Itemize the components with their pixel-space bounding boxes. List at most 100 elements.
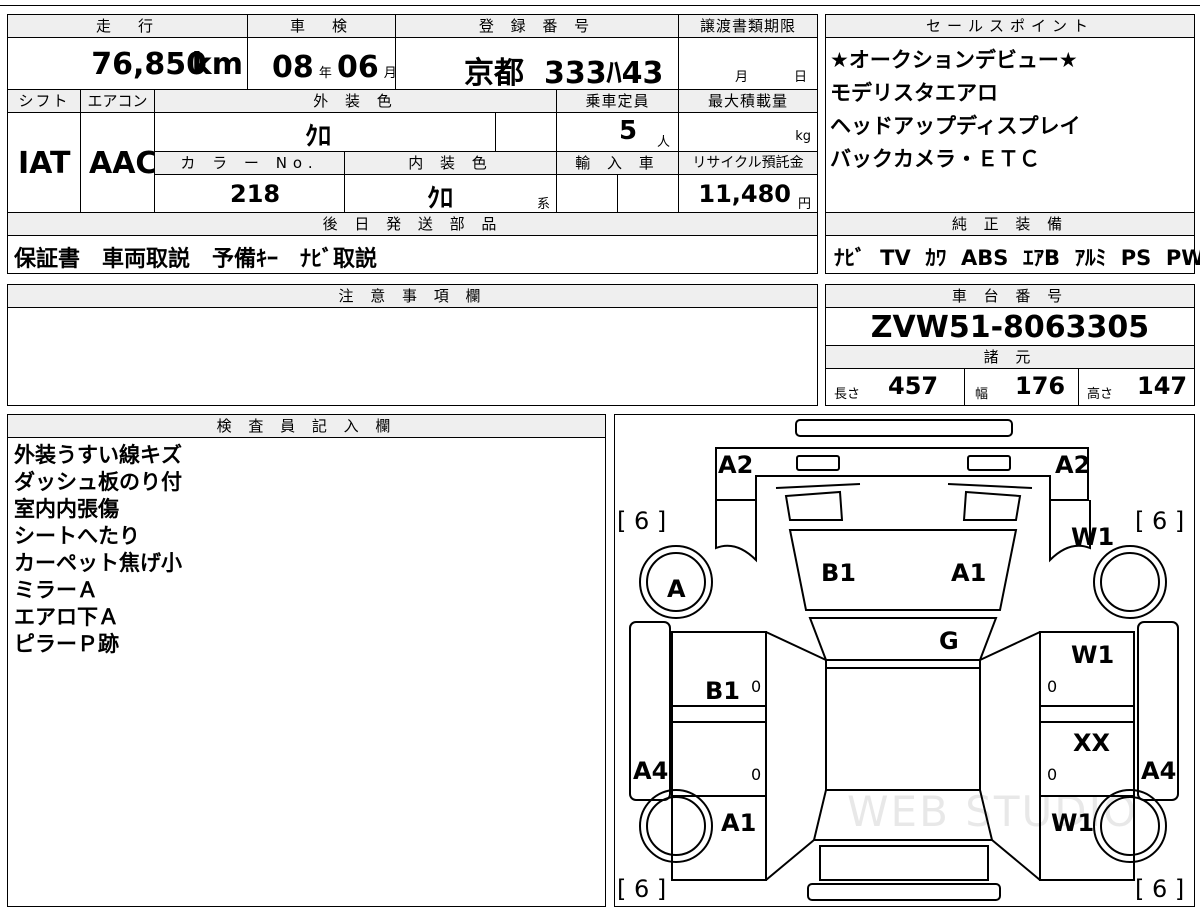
specs-header: 諸 元 — [825, 345, 1195, 369]
windshield-mark: G — [939, 627, 959, 655]
interior-color-cell: ｸﾛ 系 — [344, 174, 557, 214]
left-rear-door-small: 0 — [751, 765, 762, 784]
import-cell-left — [556, 174, 618, 213]
mileage-header: 走 行 — [7, 14, 248, 38]
later-parts-value: 保証書 車両取説 予備ｷｰ ﾅﾋﾞ取説 — [14, 247, 378, 272]
later-parts-header: 後 日 発 送 部 品 — [7, 212, 818, 236]
inspector-note: カーペット焦げ小 — [14, 551, 182, 575]
color-no-cell: 218 — [154, 174, 345, 213]
capacity-unit: 人 — [656, 135, 670, 150]
plate-area: 京都 — [464, 56, 524, 91]
inspector-notes-header: 検 査 員 記 入 欄 — [7, 414, 606, 438]
hood-left-mark: B1 — [821, 559, 856, 587]
spec-length-value: 457 — [888, 372, 939, 400]
max-load-cell: kg — [678, 112, 818, 152]
import-cell-right — [617, 174, 679, 213]
sales-points-header: セールスポイント — [825, 14, 1195, 38]
front-left-corner-mark: A2 — [718, 451, 754, 479]
right-front-wheel-mark: W1 — [1071, 523, 1115, 551]
shift-cell: IAT — [7, 112, 81, 213]
transfer-deadline-cell: 月 日 — [678, 37, 818, 90]
exterior-color-cell: ｸﾛ — [154, 112, 496, 152]
right-rear-door-mark: XX — [1073, 729, 1111, 757]
left-front-tire-depth: [ 6 ] — [617, 507, 667, 535]
aircon-header: エアコン — [80, 89, 155, 113]
color-no-value: 218 — [230, 180, 281, 208]
sales-point: モデリスタエアロ — [830, 81, 998, 105]
exterior-color-header: 外 装 色 — [154, 89, 557, 113]
spec-width-label: 幅 — [975, 387, 989, 402]
registration-header: 登 録 番 号 — [395, 14, 679, 38]
front-right-corner-mark: A2 — [1055, 451, 1091, 479]
inspection-year-unit: 年 — [318, 66, 332, 81]
inspection-month: 06 — [336, 50, 379, 85]
aircon-cell: AAC — [80, 112, 157, 213]
equipment-item: PS — [1120, 246, 1152, 270]
left-front-wheel-mark: A — [667, 575, 686, 603]
plate-number: 333ﾊ43 — [544, 56, 664, 91]
sales-points-box: ★オークションデビュー★ モデリスタエアロ ヘッドアップディスプレイ バックカメ… — [825, 37, 1195, 213]
left-front-door-small: 0 — [751, 677, 762, 696]
interior-color-value: ｸﾛ — [427, 184, 454, 214]
right-rear-door-small: 0 — [1047, 765, 1058, 784]
notes-header: 注 意 事 項 欄 — [7, 284, 818, 308]
transfer-month-unit: 月 — [735, 70, 749, 85]
spec-width-value: 176 — [1015, 372, 1066, 400]
equipment-item: PW — [1165, 246, 1200, 270]
top-strip — [0, 0, 1200, 6]
sales-point: バックカメラ・ＥＴＣ — [830, 147, 1040, 171]
mileage-value: 76,850 — [91, 47, 207, 82]
registration-cell: 京都 333ﾊ43 — [395, 37, 679, 91]
interior-color-header: 内 装 色 — [344, 151, 557, 175]
left-rear-wheel-mark: A1 — [721, 809, 757, 837]
transfer-day-unit: 日 — [793, 70, 807, 85]
inspector-notes-box: 外装うすい線キズ ダッシュ板のり付 室内内張傷 シートへたり カーペット焦げ小 … — [7, 437, 606, 907]
spec-length-cell: 長さ 457 — [825, 368, 965, 406]
spec-width-cell: 幅 176 — [964, 368, 1079, 406]
sales-point: ヘッドアップディスプレイ — [830, 114, 1081, 138]
mileage-cell: 76,850 km — [7, 37, 248, 90]
spec-height-value: 147 — [1137, 372, 1188, 400]
left-rear-tire-depth: [ 6 ] — [617, 875, 667, 903]
inspection-year: 08 — [272, 50, 314, 85]
left-front-door-mark: B1 — [705, 677, 740, 705]
chassis-cell: ZVW51-8063305 — [825, 307, 1195, 346]
interior-color-suffix: 系 — [536, 197, 550, 212]
equipment-item: ｶﾜ — [925, 246, 947, 270]
shift-header: シフト — [7, 89, 81, 113]
exterior-color-value: ｸﾛ — [305, 122, 332, 152]
inspector-note: ミラーＡ — [14, 578, 98, 602]
chassis-header: 車 台 番 号 — [825, 284, 1195, 308]
recycle-cell: 11,480 円 — [678, 174, 818, 213]
recycle-unit: 円 — [797, 197, 811, 212]
shift-value: IAT — [18, 146, 71, 181]
spec-height-label: 高さ — [1087, 387, 1114, 402]
spec-length-label: 長さ — [834, 387, 861, 402]
inspector-note: 室内内張傷 — [14, 497, 119, 521]
recycle-value: 11,480 — [698, 180, 791, 208]
import-header: 輸 入 車 — [556, 151, 679, 175]
inspector-note: シートへたり — [14, 524, 140, 548]
right-front-door-mark: W1 — [1071, 641, 1115, 669]
left-side-mark: A4 — [633, 757, 669, 785]
inspector-note: エアロ下Ａ — [14, 605, 119, 629]
sales-point: ★オークションデビュー★ — [830, 48, 1078, 72]
capacity-cell: 5 人 — [556, 112, 679, 152]
inspector-note: 外装うすい線キズ — [14, 443, 182, 467]
right-front-door-small: 0 — [1047, 677, 1058, 696]
capacity-value: 5 — [619, 116, 638, 146]
mileage-unit: km — [191, 47, 243, 82]
equipment-item: ABS — [960, 246, 1009, 270]
equipment-item: TV — [880, 246, 911, 270]
inspection-cell: 08 年 06 月 — [247, 37, 397, 90]
exterior-color-extra — [495, 112, 557, 152]
equipment-item: ｱﾙﾐ — [1074, 246, 1107, 270]
right-rear-tire-depth: [ 6 ] — [1135, 875, 1185, 903]
capacity-header: 乗車定員 — [556, 89, 679, 113]
watermark: WEB STUDIO — [847, 787, 1139, 836]
right-side-mark: A4 — [1141, 757, 1177, 785]
transfer-deadline-header: 譲渡書類期限 — [678, 14, 818, 38]
max-load-unit: kg — [795, 129, 811, 144]
factory-equipment-cell: ﾅﾋﾞ TV ｶﾜ ABS ｴｱB ｱﾙﾐ PS PW — [825, 235, 1200, 274]
equipment-item: ﾅﾋﾞ — [834, 246, 866, 270]
